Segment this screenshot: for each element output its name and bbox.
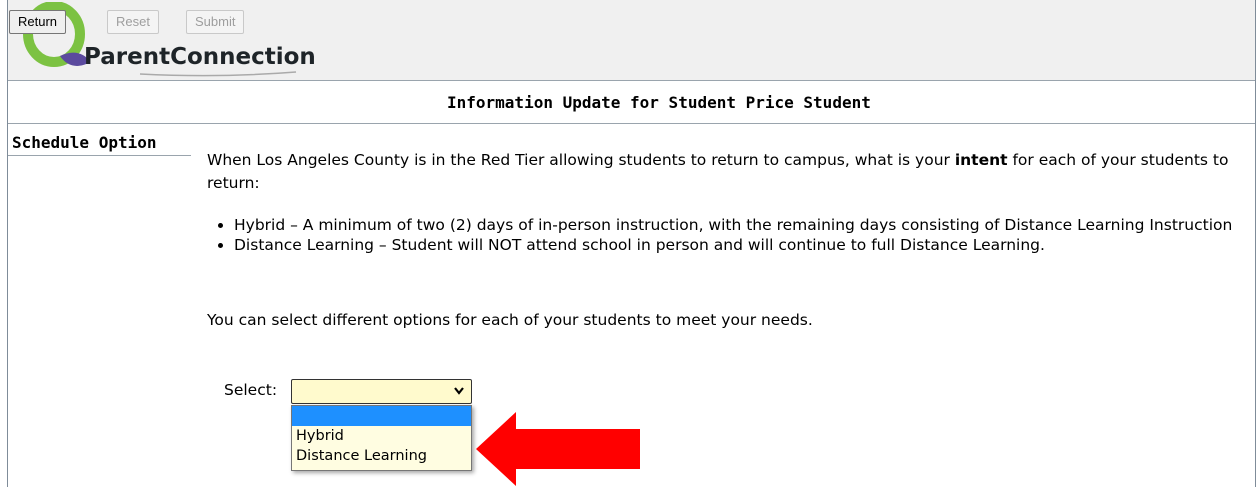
- schedule-select[interactable]: [291, 379, 472, 404]
- red-arrow-icon: [476, 412, 640, 486]
- chevron-down-icon[interactable]: [453, 384, 465, 398]
- return-button[interactable]: Return: [9, 10, 67, 34]
- page-title: Information Update for Student Price Stu…: [447, 93, 871, 112]
- option-distance-learning[interactable]: Distance Learning: [292, 446, 471, 466]
- list-item: Distance Learning – Student will NOT att…: [234, 235, 1247, 255]
- intent-emphasis: intent: [954, 151, 1008, 169]
- list-item: Hybrid – A minimum of two (2) days of in…: [234, 215, 1247, 235]
- sidebar-divider: [8, 155, 191, 156]
- note-text: You can select different options for eac…: [207, 311, 813, 329]
- reset-button[interactable]: Reset: [107, 10, 159, 34]
- select-dropdown: Hybrid Distance Learning: [291, 405, 472, 471]
- logo-text: ParentConnection: [84, 44, 316, 70]
- select-label: Select:: [224, 381, 278, 399]
- option-list: Hybrid – A minimum of two (2) days of in…: [207, 215, 1247, 255]
- intro-text: When Los Angeles County is in the Red Ti…: [207, 151, 1229, 192]
- sidebar-title: Schedule Option: [12, 133, 157, 152]
- main-content: When Los Angeles County is in the Red Ti…: [207, 149, 1247, 332]
- submit-button[interactable]: Submit: [186, 10, 245, 34]
- option-blank[interactable]: [292, 406, 471, 426]
- option-hybrid[interactable]: Hybrid: [292, 426, 471, 446]
